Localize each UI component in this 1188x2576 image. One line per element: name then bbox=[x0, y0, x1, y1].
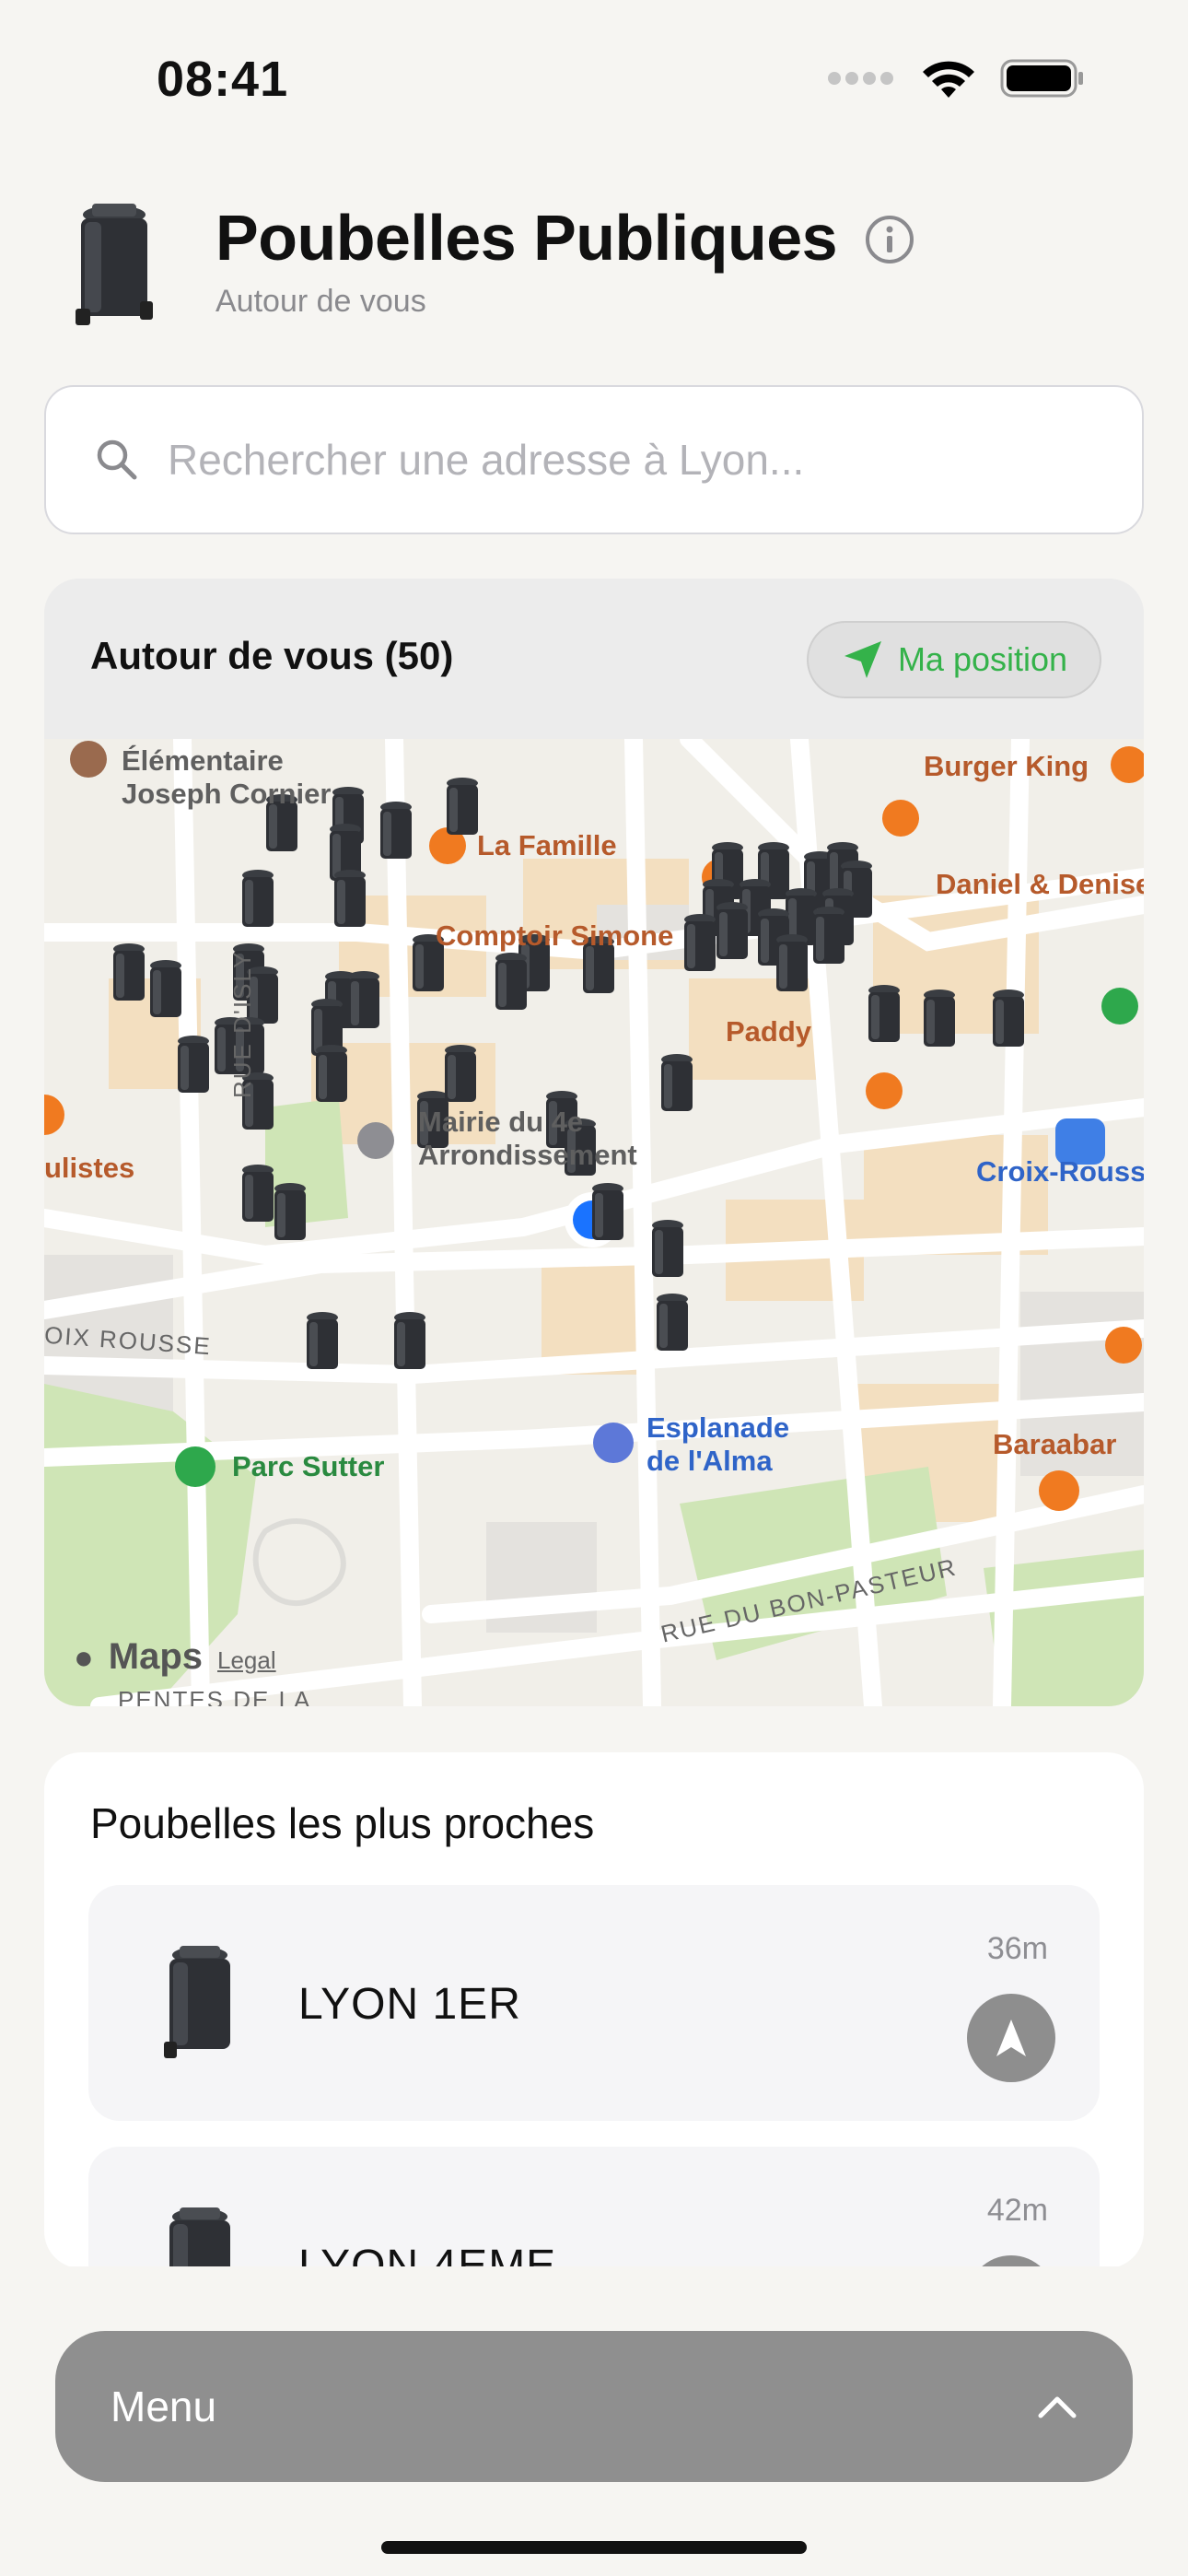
map-label: Élémentaire bbox=[122, 744, 284, 777]
map-label: Parc Sutter bbox=[232, 1450, 385, 1482]
search-icon bbox=[97, 439, 137, 480]
menu-button[interactable]: Menu bbox=[55, 2331, 1133, 2482]
map-label: La Famille bbox=[477, 829, 617, 861]
trash-bin-marker-icon[interactable] bbox=[988, 988, 1029, 1052]
trash-bin-marker-icon[interactable] bbox=[173, 1034, 214, 1098]
legal-link[interactable]: Legal bbox=[217, 1646, 276, 1675]
location-arrow-icon bbox=[844, 641, 881, 678]
navigation-arrow-icon bbox=[996, 2020, 1026, 2056]
search-input[interactable] bbox=[168, 435, 1089, 485]
bin-distance: 36m bbox=[986, 1931, 1048, 1966]
bin-distance: 42m bbox=[986, 2193, 1048, 2228]
apple-logo-icon: ● bbox=[74, 1638, 94, 1676]
trash-bin-marker-icon[interactable] bbox=[344, 969, 384, 1034]
trash-bin-marker-icon[interactable] bbox=[864, 983, 904, 1048]
street-label: PENTES DE LA bbox=[118, 1686, 312, 1706]
page-subtitle: Autour de vous bbox=[215, 284, 426, 319]
map-label: de l'Alma bbox=[646, 1445, 773, 1477]
search-bar[interactable] bbox=[44, 385, 1144, 534]
trash-bin-marker-icon[interactable] bbox=[330, 868, 370, 932]
trash-bin-marker-icon[interactable] bbox=[652, 1292, 693, 1356]
trash-bin-marker-icon[interactable] bbox=[440, 1043, 481, 1107]
map-label: Croix-Rousse bbox=[976, 1155, 1144, 1188]
nearest-bins-card: Poubelles les plus proches LYON 1ER 36m … bbox=[44, 1752, 1144, 2268]
map-label: Comptoir Simone bbox=[436, 919, 674, 952]
trash-bin-marker-icon[interactable] bbox=[376, 800, 416, 864]
map-label: Joseph Cornier bbox=[122, 778, 332, 810]
battery-icon bbox=[1000, 59, 1083, 98]
wifi-icon bbox=[923, 61, 974, 98]
list-item[interactable]: LYON 1ER 36m bbox=[88, 1885, 1100, 2121]
trash-bin-logo-icon bbox=[76, 204, 153, 325]
menu-label: Menu bbox=[111, 2383, 217, 2430]
map-view[interactable]: Élémentaire Joseph Cornier La Famille Co… bbox=[44, 739, 1144, 1706]
trash-bin-marker-icon[interactable] bbox=[109, 942, 149, 1006]
status-icons bbox=[827, 57, 1085, 100]
list-item[interactable]: LYON 4EME 42m bbox=[88, 2147, 1100, 2268]
map-label: Baraabar bbox=[993, 1428, 1117, 1460]
my-location-label: Ma position bbox=[897, 640, 1068, 678]
cellular-icon bbox=[828, 72, 893, 85]
trash-bin-marker-icon[interactable] bbox=[657, 1052, 697, 1117]
map-header: Autour de vous (50) Ma position bbox=[44, 579, 1144, 739]
map-card: Autour de vous (50) Ma position Élémenta… bbox=[44, 579, 1144, 1706]
trash-bin-icon bbox=[164, 1946, 230, 2058]
trash-bin-marker-icon[interactable] bbox=[647, 1218, 688, 1282]
map-label: Mairie du 4e bbox=[418, 1106, 584, 1138]
trash-bin-marker-icon[interactable] bbox=[491, 951, 531, 1015]
trash-bin-marker-icon[interactable] bbox=[680, 912, 720, 977]
nearest-bins-title: Poubelles les plus proches bbox=[90, 1799, 595, 1847]
chevron-up-icon bbox=[1038, 2396, 1077, 2418]
trash-bin-marker-icon[interactable] bbox=[311, 1043, 352, 1107]
page-title: Poubelles Publiques bbox=[215, 202, 838, 274]
nearby-count-title: Autour de vous (50) bbox=[90, 634, 454, 677]
my-location-button[interactable]: Ma position bbox=[807, 621, 1101, 698]
trash-bin-marker-icon[interactable] bbox=[772, 932, 812, 997]
bin-name: LYON 4EME bbox=[298, 2242, 557, 2268]
map-label: Arrondissement bbox=[418, 1139, 637, 1171]
trash-bin-icon bbox=[169, 2207, 230, 2268]
map-label: ulistes bbox=[44, 1152, 135, 1184]
street-label: RUE D'ISLY bbox=[228, 950, 256, 1098]
map-label: Burger King bbox=[924, 750, 1089, 782]
trash-bin-marker-icon[interactable] bbox=[588, 1181, 628, 1246]
info-icon[interactable] bbox=[864, 214, 915, 265]
trash-bin-marker-icon[interactable] bbox=[302, 1310, 343, 1375]
map-attribution: ● Maps Legal bbox=[74, 1636, 276, 1678]
trash-bin-marker-icon[interactable] bbox=[270, 1181, 310, 1246]
trash-bin-marker-icon[interactable] bbox=[238, 868, 278, 932]
trash-bin-marker-icon[interactable] bbox=[390, 1310, 430, 1375]
maps-attribution-label: Maps bbox=[108, 1636, 203, 1677]
trash-bin-marker-icon[interactable] bbox=[146, 958, 186, 1023]
map-label: Paddy bbox=[726, 1015, 812, 1048]
home-indicator bbox=[381, 2541, 807, 2554]
bin-name: LYON 1ER bbox=[298, 1980, 521, 2029]
map-label: Esplanade bbox=[646, 1411, 790, 1444]
trash-bin-marker-icon[interactable] bbox=[919, 988, 960, 1052]
status-time: 08:41 bbox=[157, 52, 289, 107]
navigate-button[interactable] bbox=[967, 1994, 1055, 2082]
trash-bin-marker-icon[interactable] bbox=[809, 905, 849, 969]
map-label: Daniel & Denise bbox=[936, 868, 1144, 900]
